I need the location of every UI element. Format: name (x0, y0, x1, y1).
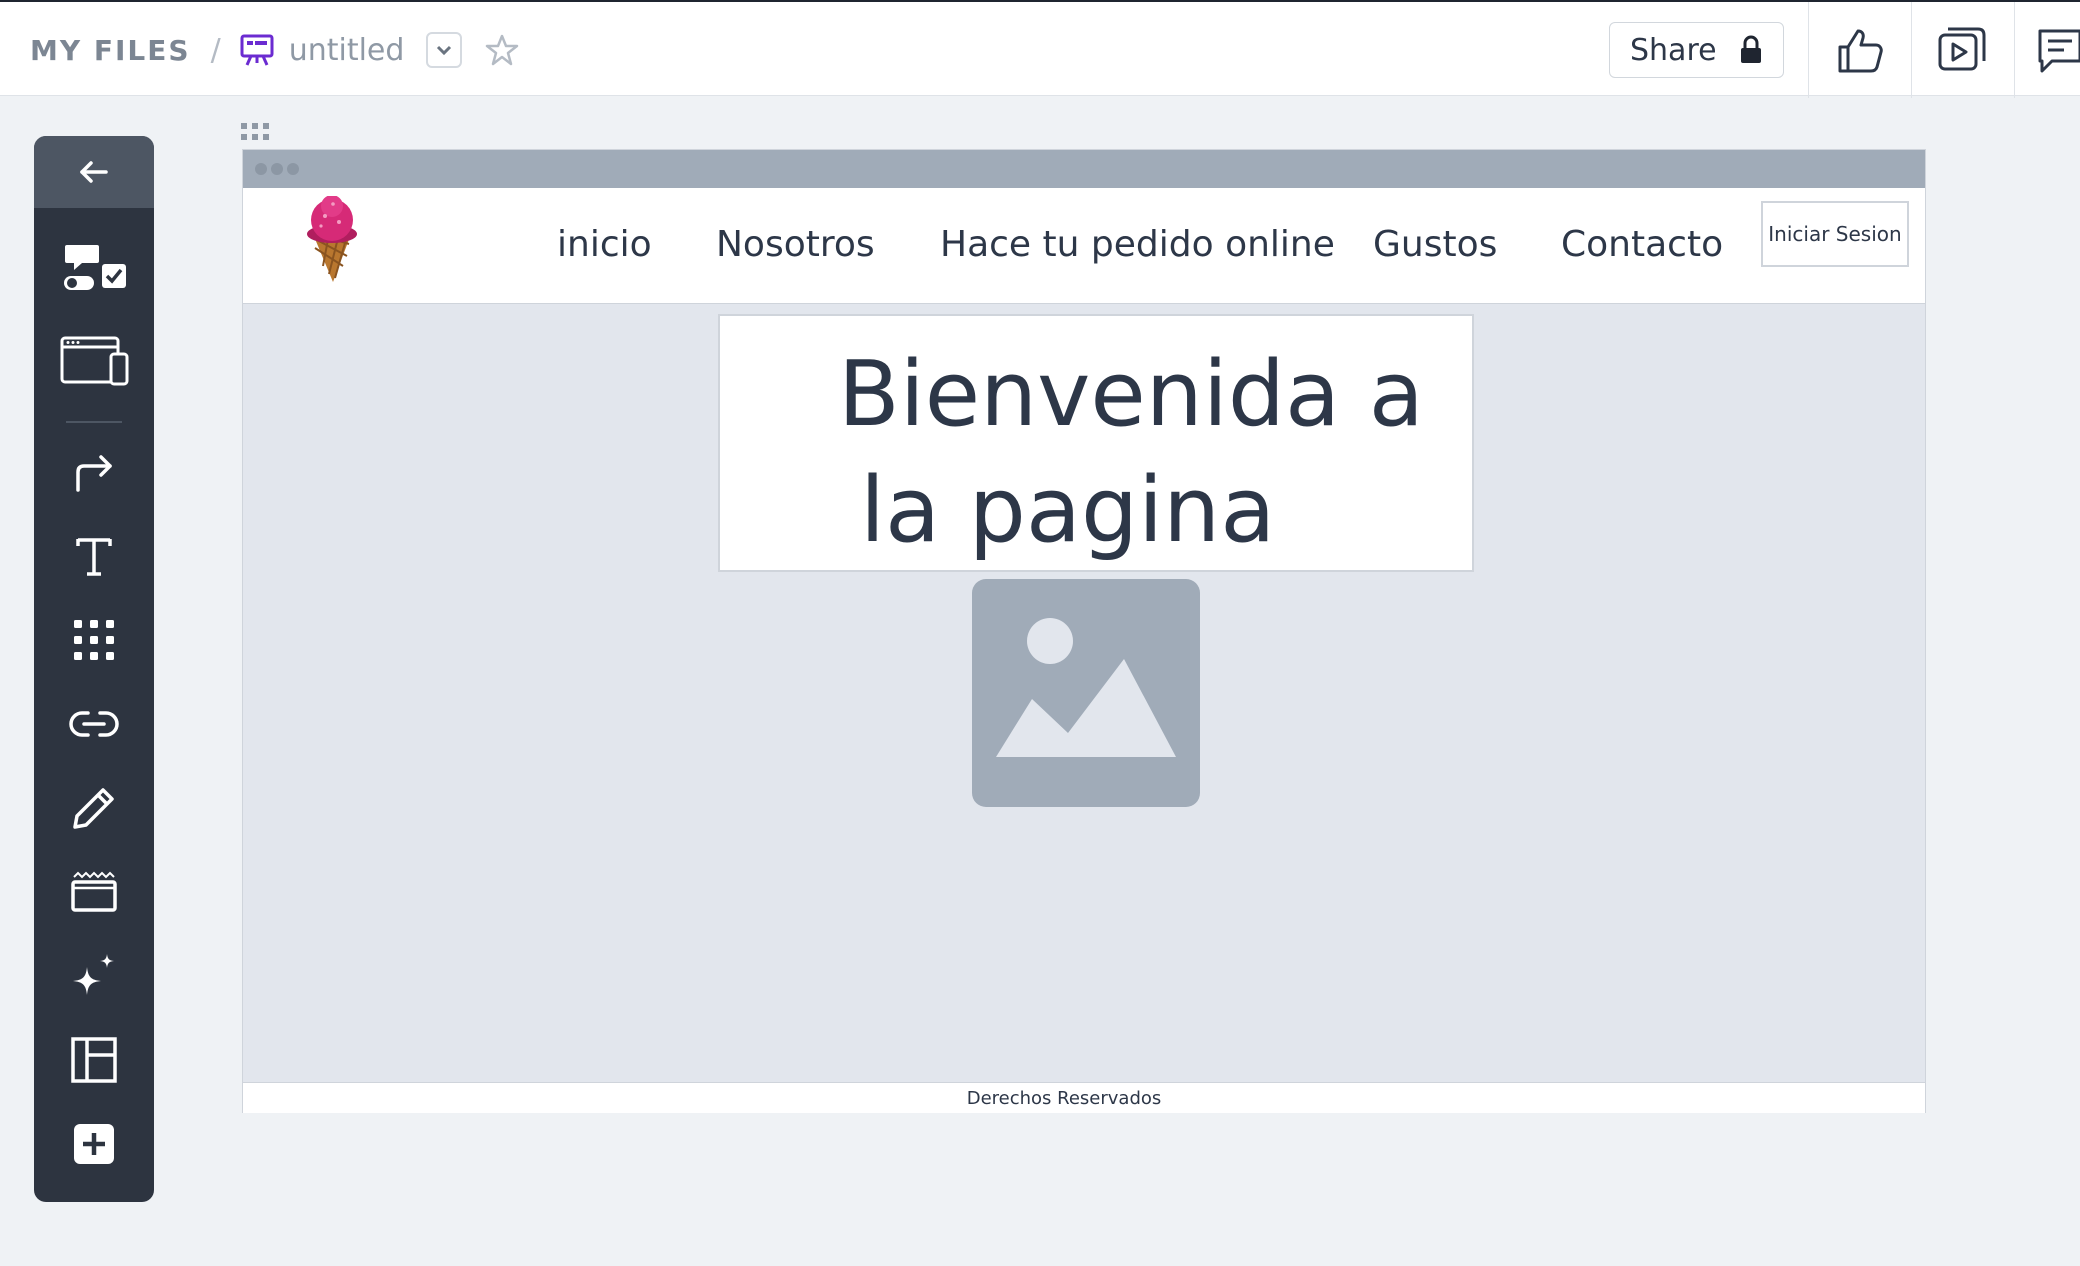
ai-sparkle-icon (73, 954, 114, 995)
back-arrow-icon (80, 161, 108, 183)
pencil-icon (73, 788, 114, 829)
link-tool[interactable] (34, 682, 154, 766)
top-bar: MY FILES / untitled Share (0, 0, 2080, 98)
divider (2014, 2, 2015, 98)
comment-icon[interactable] (2036, 25, 2080, 77)
play-presentation-icon[interactable] (1936, 25, 1988, 77)
divider (1911, 2, 1912, 98)
connector-tool[interactable] (34, 430, 154, 514)
link-icon (69, 711, 119, 737)
prototype-icon (240, 34, 274, 66)
hero-text-box[interactable]: Bienvenida a la pagina (718, 314, 1474, 572)
share-label: Share (1630, 32, 1717, 68)
components-icon (64, 245, 126, 290)
site-navbar: inicio Nosotros Hace tu pedido online Gu… (243, 188, 1925, 304)
title-menu-button[interactable] (426, 32, 463, 68)
hero-heading-line-2: la pagina (860, 458, 1276, 563)
left-toolbar (34, 136, 154, 1202)
login-button[interactable]: Iniciar Sesion (1761, 201, 1909, 267)
chevron-down-icon (437, 45, 452, 56)
my-files-link[interactable]: MY FILES (30, 34, 191, 67)
nav-link-gustos[interactable]: Gustos (1373, 224, 1497, 265)
container-tool[interactable] (34, 850, 154, 934)
browser-frame[interactable]: inicio Nosotros Hace tu pedido online Gu… (242, 149, 1926, 1113)
toolbar-separator (66, 421, 122, 423)
nav-link-inicio[interactable]: inicio (557, 224, 652, 265)
device-frames-tool[interactable] (34, 318, 154, 402)
divider (1808, 2, 1809, 98)
lock-icon (1740, 35, 1761, 63)
text-icon (76, 538, 112, 576)
nav-link-pedido[interactable]: Hace tu pedido online (940, 224, 1335, 265)
window-dot (271, 163, 283, 175)
device-frames-icon (60, 336, 129, 386)
add-button[interactable] (34, 1102, 154, 1186)
window-dot (255, 163, 267, 175)
thumbs-up-icon[interactable] (1834, 25, 1886, 77)
apps-tool[interactable] (34, 598, 154, 682)
image-placeholder-icon (996, 618, 1176, 757)
connector-arrow-icon (76, 455, 112, 492)
drag-handle-icon[interactable] (241, 123, 269, 141)
image-placeholder[interactable] (972, 579, 1200, 807)
ice-cream-icon (307, 196, 357, 282)
breadcrumb: MY FILES / untitled (30, 30, 520, 70)
document-title[interactable]: untitled (289, 33, 405, 68)
nav-link-nosotros[interactable]: Nosotros (716, 224, 875, 265)
grid-apps-icon (74, 620, 114, 660)
container-icon (71, 871, 117, 912)
components-tool[interactable] (34, 226, 154, 310)
layout-icon (71, 1037, 117, 1083)
hero-heading-line-1: Bienvenida a (838, 342, 1424, 447)
browser-title-bar (243, 150, 1925, 188)
site-footer: Derechos Reservados (243, 1082, 1925, 1113)
nav-link-contacto[interactable]: Contacto (1561, 224, 1723, 265)
footer-text: Derechos Reservados (966, 1087, 1162, 1109)
ai-tool[interactable] (34, 934, 154, 1018)
breadcrumb-separator: / (210, 32, 221, 68)
back-button[interactable] (34, 136, 154, 208)
layout-tool[interactable] (34, 1018, 154, 1102)
add-icon (74, 1124, 114, 1164)
draw-tool[interactable] (34, 766, 154, 850)
window-dot (287, 163, 299, 175)
text-tool[interactable] (34, 514, 154, 598)
star-icon[interactable] (484, 32, 520, 68)
share-button[interactable]: Share (1609, 22, 1784, 78)
